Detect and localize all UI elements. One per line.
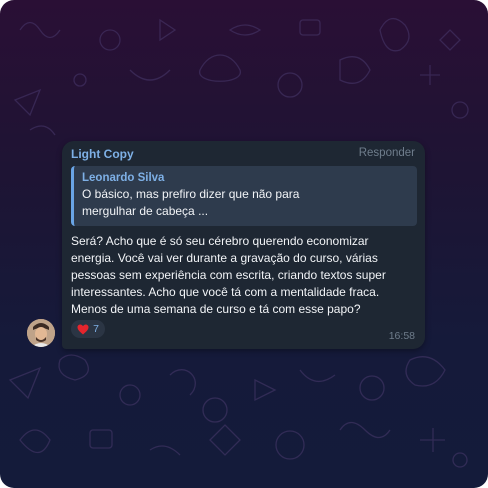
chat-background: Light Copy Responder Leonardo Silva O bá… [0, 0, 488, 488]
message-line: pessoas sem experiência com escrita, cri… [71, 268, 386, 282]
message-bubble[interactable]: Light Copy Responder Leonardo Silva O bá… [62, 141, 425, 349]
avatar[interactable] [27, 319, 55, 347]
quote-line: O básico, mas prefiro dizer que não para [82, 187, 300, 201]
heart-icon [77, 324, 89, 334]
avatar-image [27, 319, 55, 347]
message-text: Será? Acho que é só seu cérebro querendo… [71, 233, 417, 318]
message-line: energia. Você vai ver durante a gravação… [71, 251, 378, 265]
reaction-chip[interactable]: 7 [71, 320, 105, 338]
reply-button[interactable]: Responder [359, 147, 415, 159]
reaction-count: 7 [93, 323, 99, 335]
sender-name[interactable]: Light Copy [71, 147, 134, 161]
quote-text: O básico, mas prefiro dizer que não para… [82, 186, 409, 220]
message-line: interessantes. Acho que você tá com a me… [71, 285, 380, 299]
quote-author: Leonardo Silva [82, 172, 165, 184]
reply-quote[interactable]: Leonardo Silva O básico, mas prefiro diz… [71, 166, 417, 226]
message-time: 16:58 [388, 330, 415, 342]
message-line: Menos de uma semana de curso e tá com es… [71, 302, 361, 316]
quote-line: mergulhar de cabeça ... [82, 204, 209, 218]
message-line: Será? Acho que é só seu cérebro querendo… [71, 234, 369, 248]
